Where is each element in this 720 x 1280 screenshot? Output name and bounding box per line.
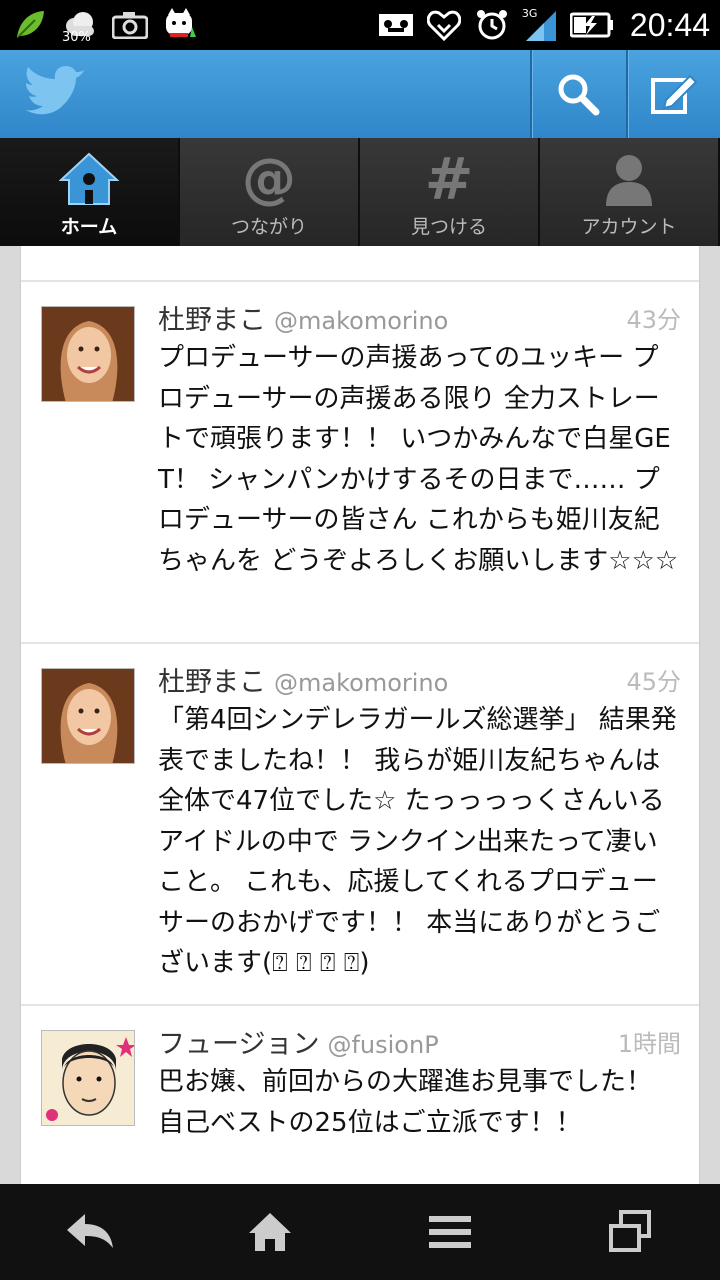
- tab-home[interactable]: ホーム: [0, 138, 180, 246]
- system-nav-bar: [0, 1184, 720, 1280]
- avatar[interactable]: [41, 1030, 135, 1126]
- avatar[interactable]: [41, 306, 135, 402]
- weather-cloud-icon: 30%: [62, 7, 98, 45]
- precipitation-percent: 30%: [62, 30, 91, 45]
- at-icon: @: [242, 147, 296, 210]
- timeline[interactable]: 杜野まこ @makomorino 43分 プロデューサーの声援あってのユッキー プ…: [20, 246, 700, 1184]
- screen: 30% 3G 20:44 ホーム @ つながり # 見つける アカウント 杜野ま…: [0, 0, 720, 1280]
- tab-label: 見つける: [410, 216, 487, 238]
- tweet-time: 43分: [626, 306, 681, 334]
- tweet-time: 45分: [626, 668, 681, 696]
- tweet[interactable]: フュージョン @fusionP 1時間 巴お嬢、前回からの大躍進お見事でした！ 自…: [21, 1006, 699, 1184]
- compose-icon: [651, 74, 698, 114]
- camera-icon: [112, 7, 148, 43]
- search-icon: [558, 74, 600, 116]
- recent-apps-icon: [609, 1210, 651, 1252]
- notification-icons: 30%: [12, 4, 198, 46]
- user-name[interactable]: フュージョン: [158, 1029, 319, 1060]
- recent-apps-button[interactable]: [540, 1184, 720, 1280]
- user-handle[interactable]: @makomorino: [274, 307, 448, 335]
- user-name[interactable]: 杜野まこ: [158, 305, 266, 336]
- tweet-text: プロデューサーの声援あってのユッキー プロデューサーの声援ある限り 全力ストレー…: [158, 343, 679, 576]
- tweet-text: 「第4回シンデレラガールズ総選挙」 結果発表でましたね！！ 我らが姫川友紀ちゃん…: [158, 705, 677, 978]
- home-button[interactable]: [180, 1184, 360, 1280]
- network-type: 3G: [521, 7, 538, 20]
- status-bar: 30% 3G 20:44: [0, 0, 720, 50]
- user-name[interactable]: 杜野まこ: [158, 667, 266, 698]
- home-icon: [249, 1213, 291, 1251]
- tweet-header: 杜野まこ @makomorino 43分: [158, 298, 681, 338]
- hashtag-icon: #: [424, 145, 474, 213]
- search-button[interactable]: [530, 50, 624, 138]
- tweet[interactable]: 杜野まこ @makomorino 43分 プロデューサーの声援あってのユッキー プ…: [21, 282, 699, 644]
- battery-icon: [569, 7, 614, 43]
- home-icon: [59, 152, 119, 205]
- tweet[interactable]: 杜野まこ @makomorino 45分 「第4回シンデレラガールズ総選挙」 結果…: [21, 644, 699, 1006]
- tab-connect[interactable]: @ つながり: [180, 138, 360, 246]
- main-tabs: ホーム @ つながり # 見つける アカウント: [0, 138, 720, 246]
- dog-mascot-icon: [162, 7, 198, 43]
- leaf-icon: [12, 7, 48, 43]
- alarm-icon: [474, 7, 510, 43]
- tweet-header: フュージョン @fusionP 1時間: [158, 1022, 681, 1062]
- account-icon: [606, 155, 652, 206]
- tab-discover[interactable]: # 見つける: [360, 138, 540, 246]
- tweet-time: 1時間: [617, 1030, 681, 1058]
- tab-label: つながり: [230, 216, 307, 238]
- back-icon: [67, 1214, 113, 1248]
- system-icons: 3G 20:44: [378, 4, 710, 46]
- voicemail-icon: [378, 7, 414, 43]
- user-handle[interactable]: @makomorino: [274, 669, 448, 697]
- compose-tweet-button[interactable]: [626, 50, 720, 138]
- tab-label: ホーム: [60, 216, 118, 238]
- avatar[interactable]: [41, 668, 135, 764]
- back-button[interactable]: [0, 1184, 180, 1280]
- user-handle[interactable]: @fusionP: [327, 1031, 438, 1059]
- menu-button[interactable]: [360, 1184, 540, 1280]
- heart-icon: [426, 7, 462, 43]
- signal-icon: 3G: [522, 7, 558, 43]
- clock: 20:44: [629, 6, 710, 43]
- twitter-bird-icon[interactable]: [24, 66, 86, 122]
- menu-icon: [429, 1216, 471, 1248]
- tab-label: アカウント: [581, 216, 677, 238]
- action-bar: [0, 50, 720, 138]
- tweet-header: 杜野まこ @makomorino 45分: [158, 660, 681, 700]
- tweet-text: 巴お嬢、前回からの大躍進お見事でした！ 自己ベストの25位はご立派です！！: [158, 1067, 653, 1138]
- tweet-partial: [21, 246, 699, 282]
- tab-account[interactable]: アカウント: [540, 138, 720, 246]
